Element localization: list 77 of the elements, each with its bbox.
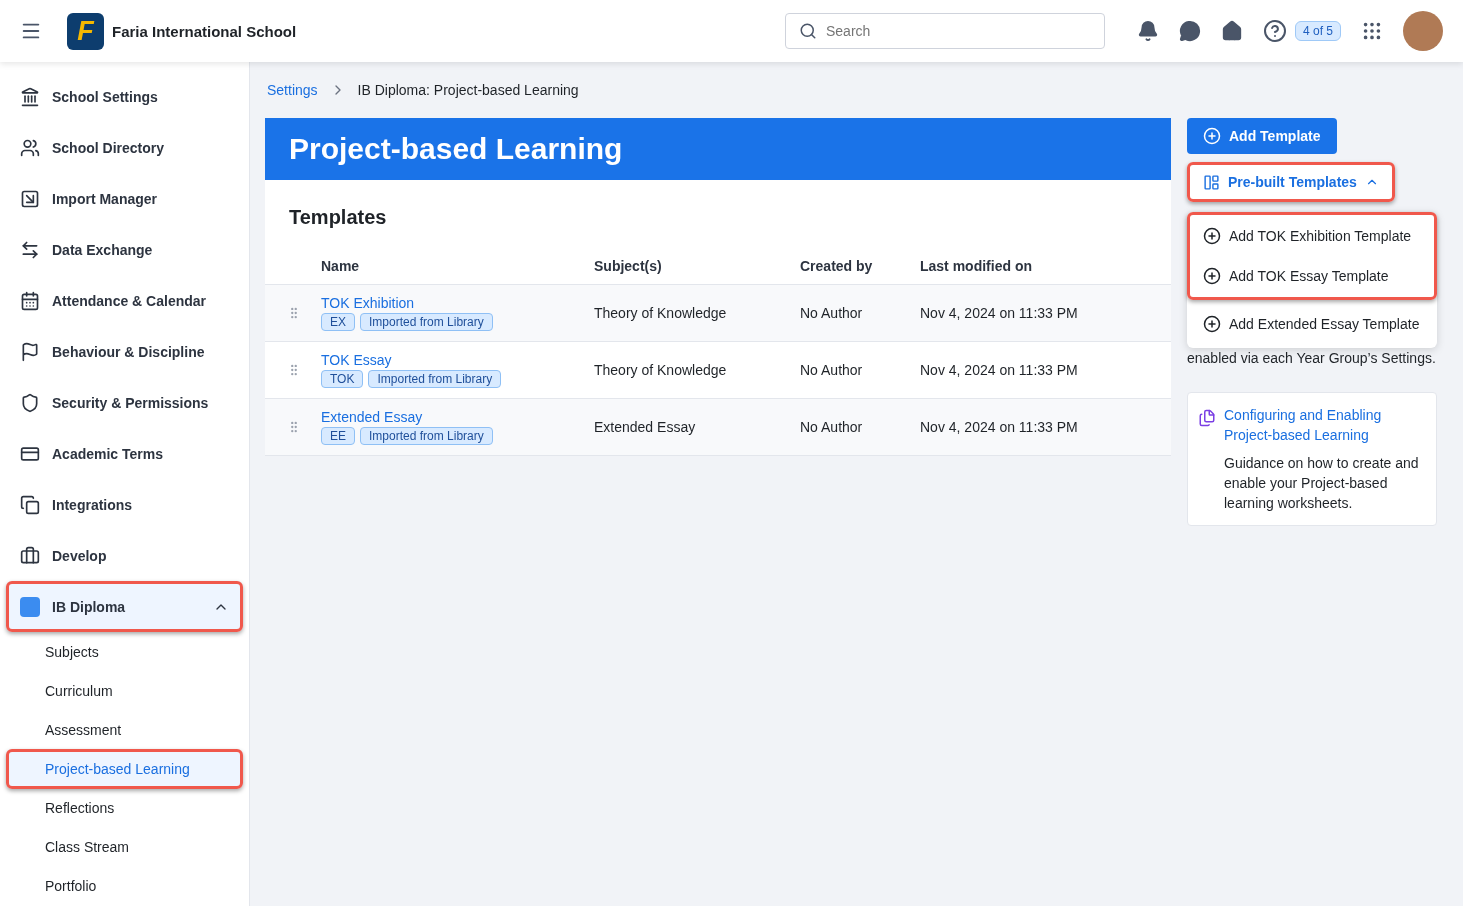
tag: EE (321, 427, 355, 445)
home-button[interactable] (1220, 20, 1243, 42)
page-title: Project-based Learning (289, 132, 623, 166)
table-cell: Nov 4, 2024 on 11:33 PM (920, 285, 1171, 342)
help-icon (1262, 19, 1287, 43)
plus-circle-icon (1203, 315, 1221, 333)
sidebar-subitem[interactable]: Reflections (6, 788, 243, 828)
sidebar-item[interactable]: Import Manager (6, 173, 243, 225)
flag-icon (20, 342, 40, 362)
sidebar-item[interactable]: Integrations (6, 479, 243, 531)
arrows-icon (20, 240, 40, 261)
template-link[interactable]: TOK Exhibition (321, 295, 493, 311)
sidebar-item[interactable]: Develop (6, 530, 243, 582)
arrow-box-icon (20, 189, 40, 210)
shield-icon (20, 392, 40, 413)
table-cell: Theory of Knowledge (594, 285, 800, 342)
notifications-button[interactable] (1136, 20, 1159, 42)
sidebar-subitem[interactable]: Project-based Learning (6, 749, 243, 789)
tag: Imported from Library (360, 427, 493, 445)
sidebar-subitem[interactable]: Assessment (6, 710, 243, 750)
sidebar-item[interactable]: IB Diploma (6, 581, 243, 632)
school-name: Faria International School (112, 22, 297, 40)
avatar[interactable] (1403, 11, 1443, 51)
home-icon (1220, 20, 1243, 42)
copy-icon (20, 494, 40, 515)
template-link[interactable]: Extended Essay (321, 409, 493, 425)
search-field[interactable]: Search (784, 13, 1105, 49)
tag: EX (321, 313, 355, 331)
plus-circle-icon (1203, 227, 1221, 245)
search-icon (798, 22, 817, 40)
menu-item[interactable]: Add TOK Exhibition Template (1187, 216, 1437, 256)
sidebar-item[interactable]: Attendance & Calendar (6, 275, 243, 327)
sidebar-item[interactable]: Academic Terms (6, 428, 243, 480)
add-template-button[interactable]: Add Template (1187, 118, 1337, 154)
breadcrumb-link[interactable]: Settings (267, 82, 318, 98)
menu-item[interactable]: Add TOK Essay Template (1187, 256, 1437, 296)
speech-bubble-icon (1178, 20, 1201, 42)
sidebar-subitem[interactable]: Class Stream (6, 827, 243, 867)
sidebar-item[interactable]: Data Exchange (6, 224, 243, 276)
prebuilt-templates-button[interactable]: Pre-built Templates (1187, 162, 1395, 202)
template-link[interactable]: TOK Essay (321, 352, 502, 368)
help-link[interactable]: Configuring and Enabling Project-based Learning (1224, 405, 1426, 445)
table-cell: Nov 4, 2024 on 11:33 PM (920, 399, 1171, 456)
apps-button[interactable] (1361, 20, 1383, 42)
breadcrumb-current: IB Diploma: Project-based Learning (357, 82, 579, 98)
grid-icon (1361, 20, 1383, 42)
plus-circle-icon (1203, 267, 1221, 285)
plus-circle-icon (1203, 127, 1221, 145)
bell-icon (1136, 20, 1159, 42)
sidebar-item[interactable]: Security & Permissions (6, 377, 243, 429)
tag: Imported from Library (368, 370, 502, 388)
section-heading: Templates (288, 205, 388, 230)
tag: Imported from Library (360, 313, 493, 331)
note-text: enabled via each Year Group’s Settings. (1187, 349, 1436, 368)
square-icon (20, 596, 40, 617)
briefcase-icon (20, 545, 40, 566)
menu-item[interactable]: Add Extended Essay Template (1187, 304, 1437, 344)
bank-icon (20, 87, 40, 108)
calendar-icon (20, 291, 40, 312)
sidebar-item[interactable]: School Settings (6, 72, 243, 123)
table-cell: No Author (800, 285, 920, 342)
table-cell: Extended Essay (594, 399, 800, 456)
sidebar-item[interactable]: Behaviour & Discipline (6, 326, 243, 378)
sidebar-subitem[interactable]: Curriculum (6, 671, 243, 711)
help-text: Guidance on how to create and enable your Project-based learning worksheets. (1224, 454, 1420, 513)
table-cell: No Author (800, 399, 920, 456)
messages-button[interactable] (1178, 20, 1201, 42)
help-button[interactable] (1262, 19, 1287, 43)
progress-badge: 4 of 5 (1294, 21, 1341, 41)
school-logo: F (67, 12, 104, 50)
layout-icon (1203, 173, 1220, 191)
pages-icon (1198, 409, 1216, 427)
tag: TOK (321, 370, 364, 388)
sidebar-item[interactable]: School Directory (6, 122, 243, 174)
sidebar-subitem[interactable]: Portfolio (6, 866, 243, 906)
people-icon (20, 138, 40, 159)
sidebar-subitem[interactable]: Subjects (6, 631, 243, 672)
